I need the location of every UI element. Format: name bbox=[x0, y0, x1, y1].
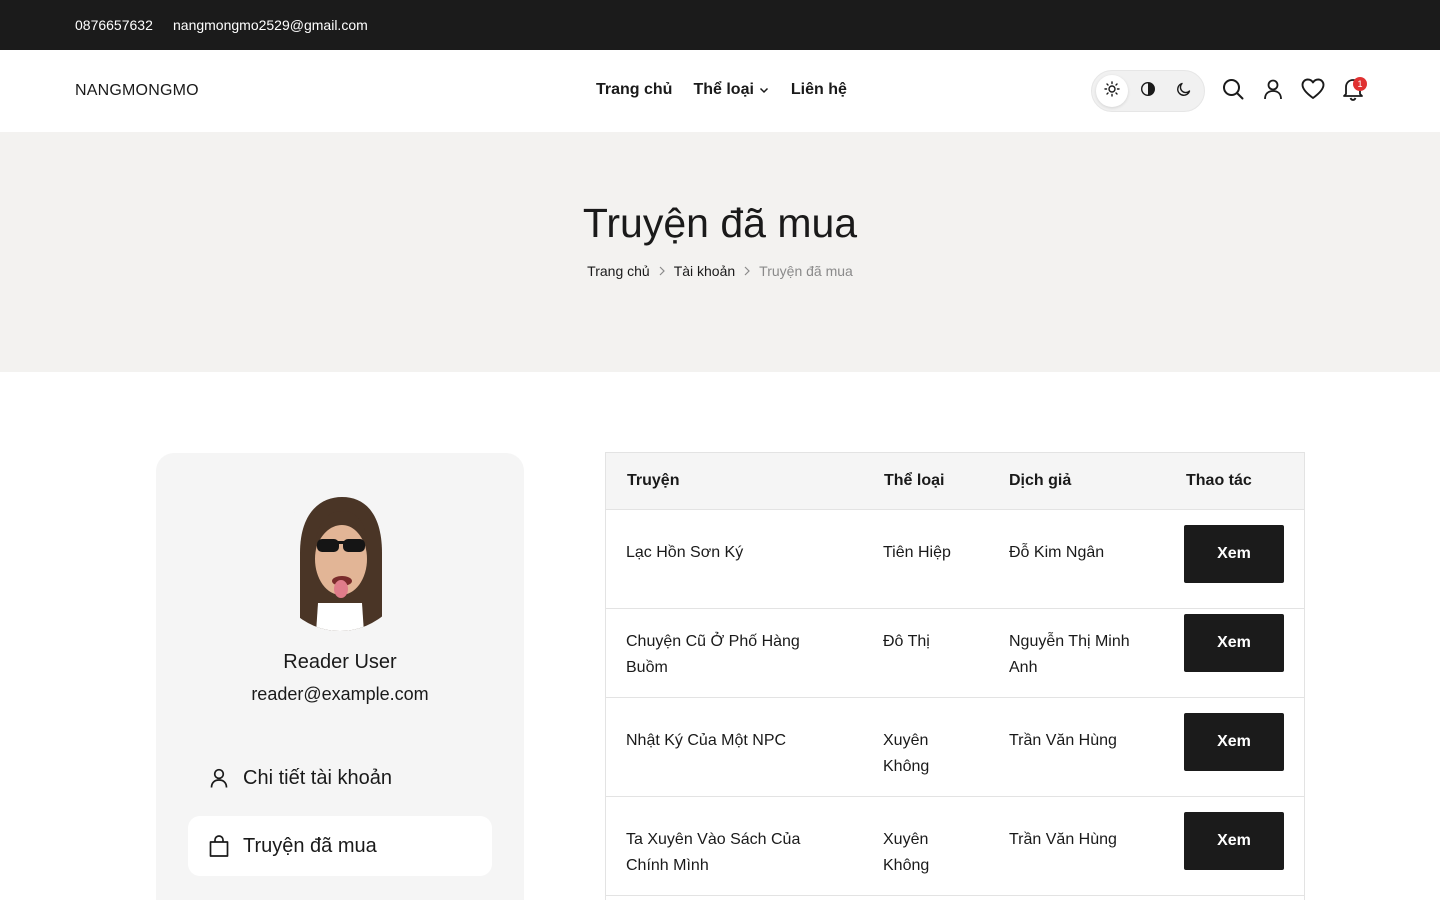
chevron-down-icon bbox=[759, 85, 769, 95]
nav-categories-label: Thể loại bbox=[693, 81, 754, 98]
table-row: Chuyện Cũ Ở Phố Hàng Buồm Đô Thị Nguyễn … bbox=[606, 599, 1304, 698]
story-genre: Xuyên Không bbox=[883, 831, 930, 874]
avatar bbox=[270, 493, 410, 633]
view-button[interactable]: Xem bbox=[1184, 812, 1284, 870]
page-hero: Truyện đã mua Trang chủ Tài khoản Truyện… bbox=[0, 132, 1440, 372]
chevron-right-icon bbox=[658, 266, 666, 276]
table-row: Ta Xuyên Vào Sách Của Chính Mình Xuyên K… bbox=[606, 797, 1304, 896]
story-title: Ta Xuyên Vào Sách Của Chính Mình bbox=[626, 831, 801, 874]
user-icon bbox=[207, 766, 231, 790]
nav-contact-label: Liên hệ bbox=[790, 81, 847, 98]
sidebar-item-label: Chi tiết tài khoản bbox=[243, 766, 392, 789]
user-email: reader@example.com bbox=[251, 684, 429, 704]
dark-theme-button[interactable] bbox=[1168, 75, 1200, 107]
column-header-action: Thao tác bbox=[1186, 472, 1252, 489]
sun-icon bbox=[1104, 80, 1120, 102]
site-header: NANGMONGMO Trang chủ Thể loại Liên hệ bbox=[0, 50, 1440, 132]
table-row: Nhật Ký Của Một NPC Xuyên Không Trần Văn… bbox=[606, 698, 1304, 797]
sidebar-item-label: Truyện đã mua bbox=[243, 834, 377, 857]
contrast-icon bbox=[1140, 81, 1156, 102]
chevron-right-icon bbox=[743, 266, 751, 276]
breadcrumb-account[interactable]: Tài khoản bbox=[674, 263, 735, 279]
purchased-stories-table: Truyện Thể loại Dịch giả Thao tác Lạc Hồ… bbox=[605, 452, 1305, 900]
story-translator: Nguyễn Thị Minh Anh bbox=[1009, 633, 1130, 676]
account-button[interactable] bbox=[1260, 78, 1286, 104]
story-title: Lạc Hồn Sơn Ký bbox=[626, 544, 744, 561]
shopping-bag-icon bbox=[207, 834, 231, 858]
breadcrumb-current: Truyện đã mua bbox=[759, 263, 853, 279]
user-icon bbox=[1262, 78, 1284, 105]
breadcrumb: Trang chủ Tài khoản Truyện đã mua bbox=[0, 263, 1440, 279]
sidebar-item-account-details[interactable]: Chi tiết tài khoản bbox=[188, 748, 492, 808]
search-icon bbox=[1222, 78, 1244, 105]
column-header-title: Truyện bbox=[627, 472, 680, 489]
view-button[interactable]: Xem bbox=[1184, 614, 1284, 672]
notification-count-badge: 1 bbox=[1353, 77, 1367, 91]
story-translator: Đỗ Kim Ngân bbox=[1009, 544, 1105, 561]
nav-categories[interactable]: Thể loại bbox=[693, 81, 768, 99]
table-row: Lạc Hồn Sơn Ký Tiên Hiệp Đỗ Kim Ngân Xem bbox=[606, 510, 1304, 609]
column-header-genre: Thể loại bbox=[884, 472, 945, 489]
top-contact-bar: 0876657632 nangmongmo2529@gmail.com bbox=[0, 0, 1440, 50]
page-title: Truyện đã mua bbox=[582, 200, 858, 246]
column-header-translator: Dịch giả bbox=[1009, 472, 1072, 489]
auto-theme-button[interactable] bbox=[1132, 75, 1164, 107]
main-nav: Trang chủ Thể loại Liên hệ bbox=[596, 81, 847, 99]
story-translator: Trần Văn Hùng bbox=[1009, 831, 1117, 848]
wishlist-button[interactable] bbox=[1300, 78, 1326, 104]
story-genre: Tiên Hiệp bbox=[883, 544, 951, 561]
nav-contact[interactable]: Liên hệ bbox=[791, 81, 847, 99]
account-sidebar: Reader User reader@example.com Chi tiết … bbox=[156, 453, 524, 900]
heart-icon bbox=[1301, 78, 1325, 105]
story-translator: Trần Văn Hùng bbox=[1009, 732, 1117, 749]
story-title: Nhật Ký Của Một NPC bbox=[626, 732, 787, 749]
user-name: Reader User bbox=[283, 651, 397, 673]
search-button[interactable] bbox=[1220, 78, 1246, 104]
phone-number[interactable]: 0876657632 bbox=[75, 17, 153, 33]
story-title: Chuyện Cũ Ở Phố Hàng Buồm bbox=[626, 633, 800, 676]
table-header: Truyện Thể loại Dịch giả Thao tác bbox=[606, 453, 1304, 510]
view-button[interactable]: Xem bbox=[1184, 713, 1284, 771]
nav-home-label: Trang chủ bbox=[596, 81, 673, 98]
story-genre: Đô Thị bbox=[883, 633, 930, 650]
story-genre: Xuyên Không bbox=[883, 732, 930, 775]
light-theme-button[interactable] bbox=[1096, 75, 1128, 107]
contact-email[interactable]: nangmongmo2529@gmail.com bbox=[173, 17, 368, 33]
theme-switcher bbox=[1091, 70, 1205, 112]
breadcrumb-home[interactable]: Trang chủ bbox=[587, 263, 650, 279]
view-button[interactable]: Xem bbox=[1184, 525, 1284, 583]
site-logo[interactable]: NANGMONGMO bbox=[75, 82, 199, 100]
nav-home[interactable]: Trang chủ bbox=[596, 81, 672, 99]
moon-icon bbox=[1176, 81, 1192, 102]
sidebar-item-purchased-stories[interactable]: Truyện đã mua bbox=[188, 816, 492, 876]
